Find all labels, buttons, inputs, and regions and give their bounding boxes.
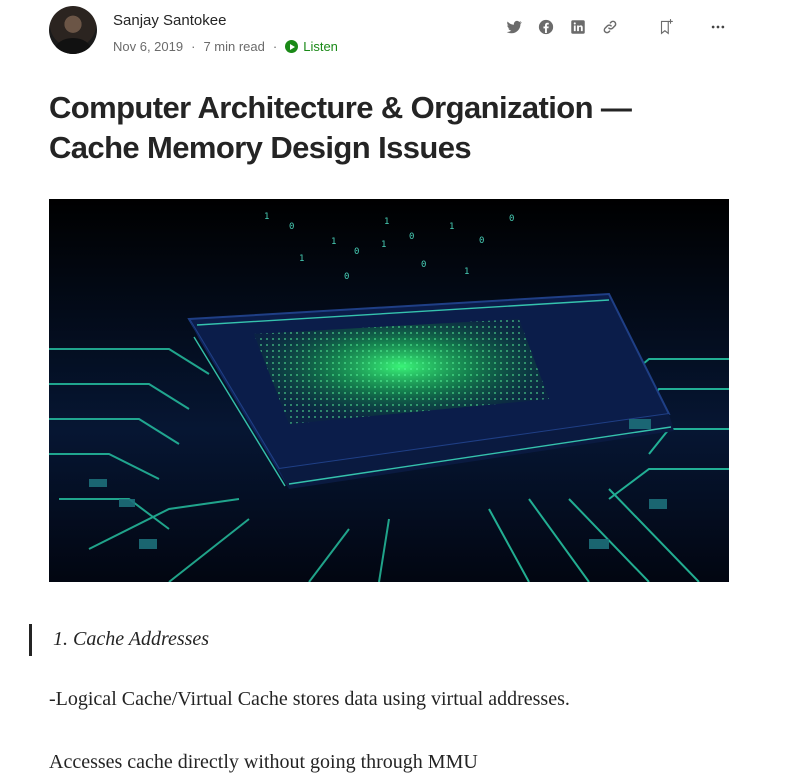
post-header: Sanjay Santokee Nov 6, 2019 · 7 min read… [49,6,729,56]
read-time: 7 min read [203,39,265,54]
linkedin-icon[interactable] [567,16,589,38]
article-title-line-1: Computer Architecture & Organization — [49,90,632,125]
svg-text:0: 0 [409,232,414,242]
more-icon[interactable] [707,16,729,38]
meta-separator: · [191,39,196,54]
paragraph: -Logical Cache/Virtual Cache stores data… [49,688,570,710]
svg-text:0: 0 [479,236,484,246]
svg-text:0: 0 [509,214,514,224]
twitter-icon[interactable] [503,16,525,38]
svg-text:0: 0 [289,222,294,232]
hero-image: 1 0 1 0 1 0 1 0 0 1 0 1 1 0 [49,199,729,582]
circuit-board-illustration: 1 0 1 0 1 0 1 0 0 1 0 1 1 0 [49,199,729,582]
svg-text:1: 1 [381,240,386,250]
bookmark-add-icon[interactable] [655,16,677,38]
play-icon [285,40,299,53]
svg-text:0: 0 [354,247,359,257]
author-avatar[interactable] [49,6,97,54]
facebook-icon[interactable] [535,16,557,38]
svg-text:1: 1 [264,212,269,222]
svg-text:1: 1 [464,267,469,277]
svg-text:1: 1 [384,217,389,227]
link-icon[interactable] [599,16,621,38]
svg-text:0: 0 [344,272,349,282]
article-title: Computer Architecture & Organization — C… [49,88,729,168]
publish-date: Nov 6, 2019 [113,39,184,54]
svg-text:1: 1 [331,237,336,247]
meta-separator: · [272,39,278,54]
blockquote-heading: 1. Cache Addresses [29,624,209,656]
share-actions [493,16,729,38]
svg-text:1: 1 [449,222,454,232]
paragraph: Accesses cache directly without going th… [49,751,478,773]
article-title-line-2: Cache Memory Design Issues [49,130,472,165]
post-meta: Nov 6, 2019 · 7 min read · Listen [113,39,338,54]
svg-text:0: 0 [421,260,426,270]
listen-label: Listen [303,39,338,54]
author-name[interactable]: Sanjay Santokee [113,12,226,29]
listen-button[interactable]: Listen [285,39,338,54]
svg-text:1: 1 [299,254,304,264]
